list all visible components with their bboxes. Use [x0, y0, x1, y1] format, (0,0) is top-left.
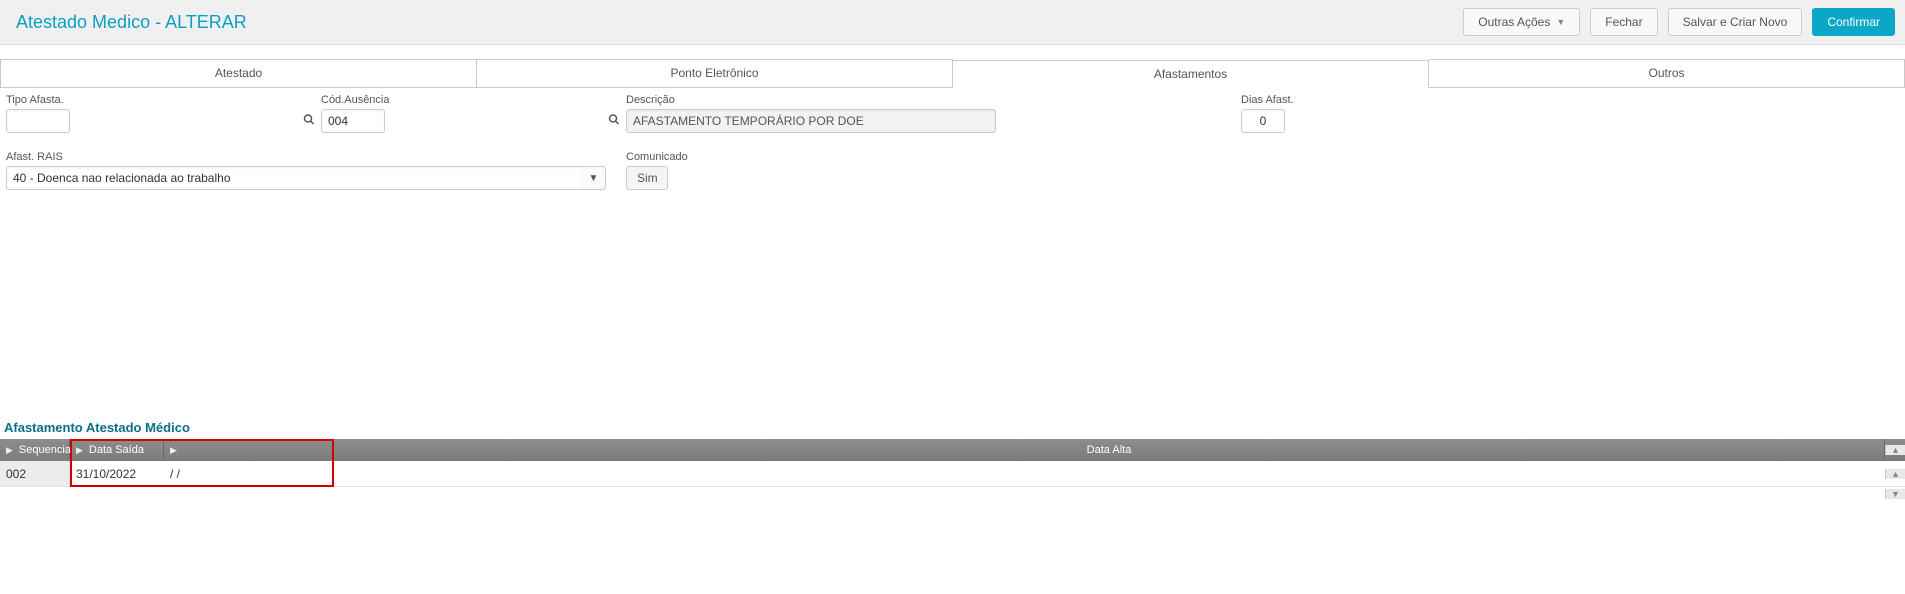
confirm-button[interactable]: Confirmar [1812, 8, 1895, 36]
tab-atestado[interactable]: Atestado [0, 59, 477, 87]
afast-rais-label: Afast. RAIS [6, 151, 626, 163]
chevron-right-icon: ▶ [76, 445, 83, 456]
tab-bar: Atestado Ponto Eletrônico Afastamentos O… [0, 59, 1905, 88]
tab-outros[interactable]: Outros [1429, 59, 1905, 87]
scroll-up-button[interactable]: ▲ [1885, 445, 1905, 455]
page-header: Atestado Medico - ALTERAR Outras Ações ▼… [0, 0, 1905, 45]
cell-empty [334, 461, 1885, 486]
field-cod-ausencia: Cód.Ausência [321, 94, 626, 133]
grid-section-title: Afastamento Atestado Médico [0, 420, 1905, 439]
chevron-right-icon: ▶ [6, 445, 13, 456]
triangle-up-icon: ▲ [1891, 445, 1900, 455]
dias-afast-input[interactable] [1241, 109, 1285, 133]
cell-sequencia: 002 [0, 461, 70, 486]
column-sequencia-label: Sequencia [19, 444, 71, 456]
header-actions: Outras Ações ▼ Fechar Salvar e Criar Nov… [1463, 8, 1895, 36]
page-title: Atestado Medico - ALTERAR [10, 12, 247, 33]
grid: ▶ Sequencia ▶ Data Saída ▶ Data Alta ▲ 0… [0, 439, 1905, 501]
table-row[interactable]: 002 31/10/2022 / / ▲ [0, 461, 1905, 487]
column-data-saida[interactable]: ▶ Data Saída [70, 439, 164, 461]
column-data-alta[interactable]: Data Alta [334, 439, 1885, 461]
close-label: Fechar [1605, 15, 1642, 29]
form-row-2: Afast. RAIS ▼ Comunicado Sim [0, 145, 1905, 190]
close-button[interactable]: Fechar [1590, 8, 1657, 36]
afast-rais-select[interactable]: ▼ [6, 166, 606, 190]
save-and-new-label: Salvar e Criar Novo [1683, 15, 1788, 29]
field-dias-afast: Dias Afast. [1241, 94, 1294, 133]
column-sequencia[interactable]: ▶ Sequencia [0, 439, 70, 461]
chevron-right-icon: ▶ [170, 445, 177, 456]
dias-afast-label: Dias Afast. [1241, 94, 1294, 106]
scroll-down-button[interactable]: ▼ [1885, 489, 1905, 499]
other-actions-label: Outras Ações [1478, 15, 1550, 29]
grid-header: ▶ Sequencia ▶ Data Saída ▶ Data Alta ▲ [0, 439, 1905, 461]
confirm-label: Confirmar [1827, 15, 1880, 29]
descricao-input [626, 109, 996, 133]
save-and-new-button[interactable]: Salvar e Criar Novo [1668, 8, 1803, 36]
field-afast-rais: Afast. RAIS ▼ [6, 151, 626, 190]
field-descricao: Descrição [626, 94, 1241, 133]
search-icon[interactable] [303, 114, 315, 129]
field-comunicado: Comunicado Sim [626, 151, 688, 190]
other-actions-button[interactable]: Outras Ações ▼ [1463, 8, 1580, 36]
cod-ausencia-input[interactable] [321, 109, 385, 133]
tab-ponto-eletronico[interactable]: Ponto Eletrônico [477, 59, 953, 87]
scroll-down-button[interactable]: ▲ [1885, 469, 1905, 479]
grid-footer: ▼ [0, 487, 1905, 501]
afast-rais-input[interactable] [6, 166, 582, 190]
triangle-down-icon: ▼ [1891, 489, 1900, 499]
cell-data-alta[interactable]: / / [164, 461, 334, 486]
form-row-1: Tipo Afasta. Cód.Ausência Descrição Dias… [0, 88, 1905, 133]
column-data-alta-label: Data Alta [1087, 444, 1132, 456]
comunicado-toggle[interactable]: Sim [626, 166, 668, 190]
descricao-label: Descrição [626, 94, 1241, 106]
triangle-down-icon: ▲ [1891, 469, 1900, 479]
cod-ausencia-label: Cód.Ausência [321, 94, 626, 106]
comunicado-label: Comunicado [626, 151, 688, 163]
column-data-saida-label: Data Saída [89, 444, 144, 456]
field-tipo-afasta: Tipo Afasta. [6, 94, 321, 133]
cell-data-saida[interactable]: 31/10/2022 [70, 461, 164, 486]
search-icon[interactable] [608, 114, 620, 129]
tipo-afasta-label: Tipo Afasta. [6, 94, 321, 106]
tab-afastamentos[interactable]: Afastamentos [953, 60, 1429, 88]
column-spacer: ▶ [164, 439, 334, 461]
tipo-afasta-input[interactable] [6, 109, 70, 133]
chevron-down-icon: ▼ [1556, 17, 1565, 27]
chevron-down-icon[interactable]: ▼ [582, 166, 606, 190]
